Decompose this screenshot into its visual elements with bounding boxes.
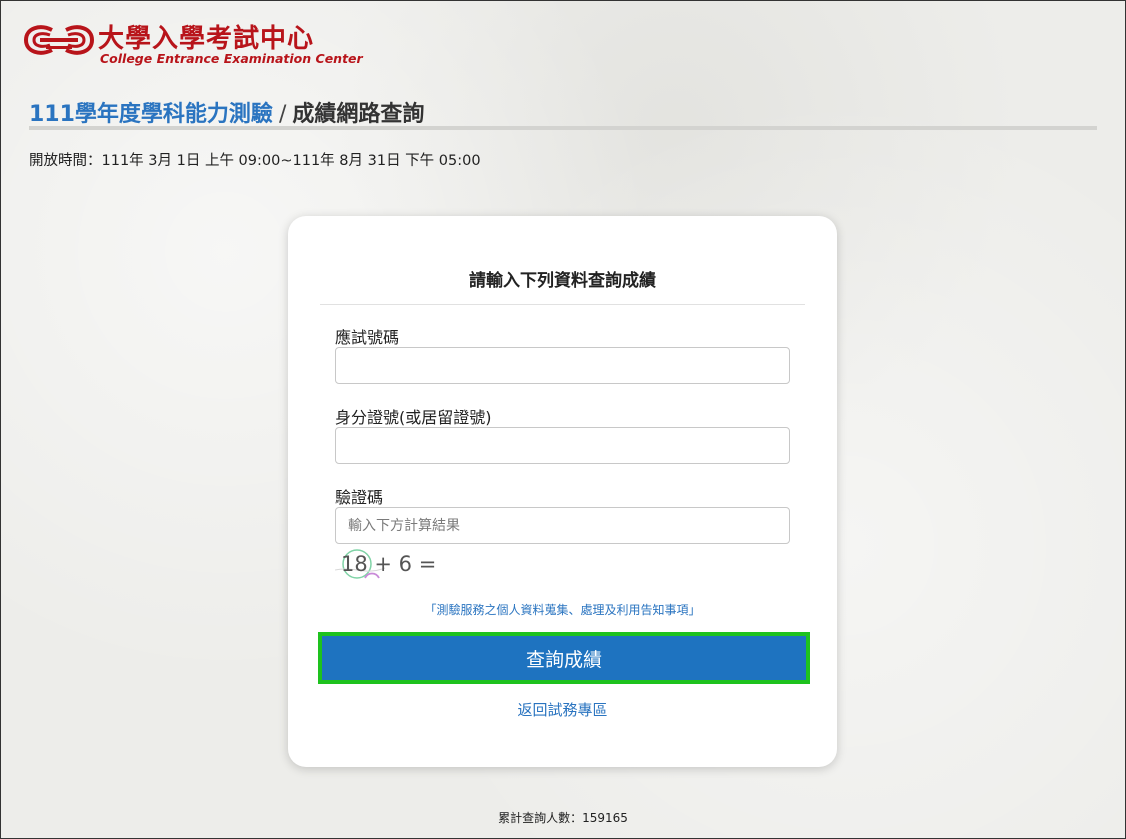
submit-highlight: 查詢成績 (318, 632, 810, 684)
exam-name: 111學年度學科能力測驗 (29, 102, 273, 127)
exam-number-label: 應試號碼 (335, 328, 400, 347)
heading-divider (29, 126, 1097, 130)
query-form-card: 請輸入下列資料查詢成績 應試號碼 身分證號(或居留證號) 驗證碼 18 + 6 … (288, 216, 837, 767)
brand-name-en: College Entrance Examination Center (100, 51, 363, 66)
captcha-text: 18 + 6 = (341, 552, 437, 576)
query-counter: 累計查詢人數：159165 (498, 811, 628, 825)
ceec-logo[interactable]: 大學入學考試中心 College Entrance Examination Ce… (22, 18, 363, 72)
query-score-button[interactable]: 查詢成績 (322, 636, 806, 680)
captcha-image: 18 + 6 = (335, 548, 445, 588)
id-number-label: 身分證號(或居留證號) (335, 408, 492, 427)
page-subtitle: 成績網路查詢 (292, 102, 425, 127)
brand-name-zh: 大學入學考試中心 (98, 24, 315, 54)
title-separator: / (278, 102, 287, 127)
back-to-exam-affairs-link[interactable]: 返回試務專區 (288, 699, 837, 720)
id-number-input[interactable] (335, 427, 790, 464)
captcha-label: 驗證碼 (335, 488, 384, 507)
open-time: 開放時間：111年 3月 1日 上午 09:00~111年 8月 31日 下午 … (29, 153, 481, 169)
page-title: 111學年度學科能力測驗 / 成績網路查詢 (29, 96, 424, 128)
exam-number-input[interactable] (335, 347, 790, 384)
ceec-logo-icon (23, 25, 95, 55)
form-title: 請輸入下列資料查詢成績 (469, 271, 656, 291)
privacy-notice-link[interactable]: 「測驗服務之個人資料蒐集、處理及利用告知事項」 (288, 601, 837, 618)
captcha-input[interactable] (335, 507, 790, 544)
form-divider (320, 304, 805, 305)
